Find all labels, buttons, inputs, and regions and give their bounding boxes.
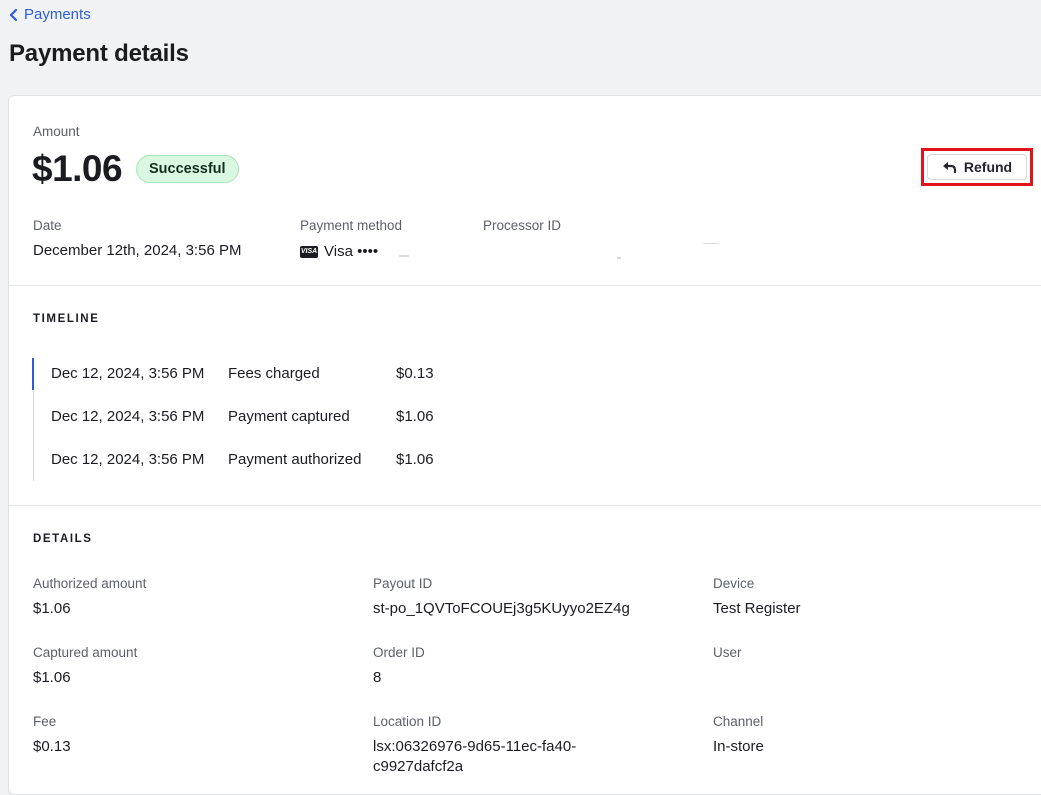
detail-value: In-store — [713, 738, 764, 755]
detail-authorized-amount: Authorized amount $1.06 — [33, 576, 146, 619]
redacted-mark — [399, 255, 409, 257]
amount-label: Amount — [33, 124, 80, 139]
detail-label: Fee — [33, 714, 57, 729]
details-title: DETAILS — [33, 533, 93, 545]
date-label: Date — [33, 218, 62, 233]
refund-button[interactable]: Refund — [927, 154, 1027, 180]
detail-label: Location ID — [373, 714, 442, 729]
detail-order-id: Order ID 8 — [373, 645, 425, 688]
date-value: December 12th, 2024, 3:56 PM — [33, 242, 242, 259]
detail-channel: Channel In-store — [713, 714, 764, 757]
detail-value: $1.06 — [33, 600, 71, 617]
detail-label: Authorized amount — [33, 576, 147, 591]
detail-value: st-po_1QVToFCOUEj3g5KUyyo2EZ4g — [373, 600, 630, 617]
redacted-mark — [617, 257, 621, 259]
payment-method-label: Payment method — [300, 218, 403, 233]
timeline-active-marker — [32, 358, 34, 390]
timeline-date: Dec 12, 2024, 3:56 PM — [51, 365, 205, 382]
back-link-label: Payments — [24, 6, 91, 23]
visa-icon: VISA — [300, 245, 318, 258]
payment-method-value: VISA Visa •••• — [300, 243, 378, 260]
back-link-payments[interactable]: Payments — [9, 6, 91, 23]
timeline-date: Dec 12, 2024, 3:56 PM — [51, 451, 205, 468]
timeline-amount: $1.06 — [396, 408, 434, 425]
detail-fee: Fee $0.13 — [33, 714, 71, 757]
detail-label: Order ID — [373, 645, 425, 660]
chevron-left-icon — [9, 8, 18, 21]
timeline-event: Payment captured — [228, 408, 350, 425]
detail-captured-amount: Captured amount $1.06 — [33, 645, 137, 688]
detail-label: Channel — [713, 714, 764, 729]
detail-payout-id: Payout ID st-po_1QVToFCOUEj3g5KUyyo2EZ4g — [373, 576, 630, 619]
detail-user: User — [713, 645, 742, 668]
reply-arrow-icon — [942, 162, 956, 173]
section-divider — [9, 285, 1041, 286]
status-badge: Successful — [136, 155, 239, 183]
payment-details-card: Amount $1.06 Successful Refund Date Dece… — [8, 95, 1041, 795]
timeline-amount: $1.06 — [396, 451, 434, 468]
payment-method-text: Visa •••• — [324, 243, 379, 260]
timeline: Dec 12, 2024, 3:56 PM Fees charged $0.13… — [32, 358, 633, 481]
refund-button-label: Refund — [963, 159, 1013, 175]
section-divider — [9, 505, 1041, 506]
processor-id-label: Processor ID — [483, 218, 562, 233]
timeline-title: TIMELINE — [33, 313, 100, 325]
timeline-event: Payment authorized — [228, 451, 362, 468]
detail-label: User — [713, 645, 742, 660]
detail-value: $1.06 — [33, 669, 71, 686]
page-title: Payment details — [9, 40, 189, 67]
amount-value: $1.06 — [32, 148, 123, 189]
detail-device: Device Test Register — [713, 576, 801, 619]
detail-value: Test Register — [713, 600, 801, 617]
detail-value: lsx:06326976-9d65-11ec-fa40-c9927dafcf2a — [373, 738, 577, 775]
refund-button-highlight: Refund — [921, 148, 1033, 186]
timeline-amount: $0.13 — [396, 365, 434, 382]
timeline-event: Fees charged — [228, 365, 320, 382]
detail-label: Payout ID — [373, 576, 433, 591]
detail-value: $0.13 — [33, 738, 71, 755]
detail-label: Captured amount — [33, 645, 138, 660]
detail-location-id: Location ID lsx:06326976-9d65-11ec-fa40-… — [373, 714, 623, 777]
timeline-date: Dec 12, 2024, 3:56 PM — [51, 408, 205, 425]
detail-value: 8 — [373, 669, 382, 686]
detail-label: Device — [713, 576, 755, 591]
redacted-mark — [703, 243, 719, 244]
